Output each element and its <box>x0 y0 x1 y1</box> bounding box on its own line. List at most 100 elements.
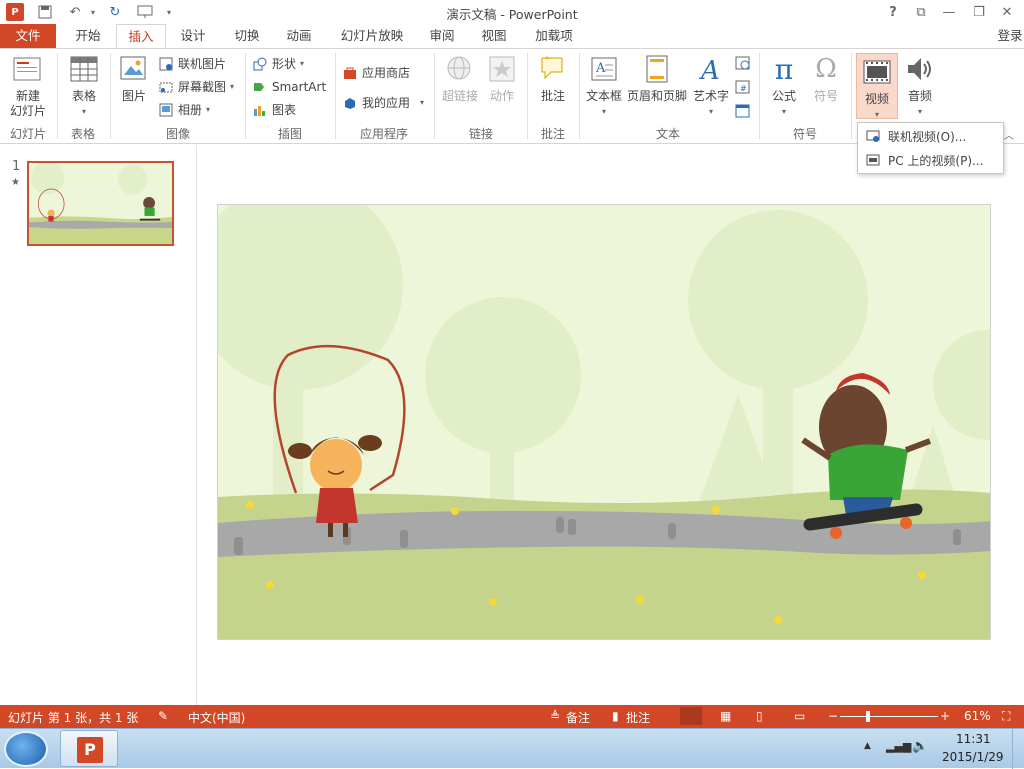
powerpoint-app-icon: P <box>77 737 103 763</box>
tab-addins[interactable]: 加载项 <box>528 24 580 48</box>
shapes-button[interactable]: 形状 ▾ <box>252 54 304 74</box>
fit-slide-icon[interactable]: ⛶ <box>1002 709 1010 724</box>
store-icon <box>342 65 358 81</box>
symbol-button[interactable]: Ω 符号 <box>806 53 846 104</box>
slide-canvas[interactable] <box>217 204 991 640</box>
zoom-slider-thumb[interactable] <box>865 711 870 722</box>
window-title: 演示文稿 - PowerPoint <box>446 7 578 22</box>
wordart-icon: A <box>695 53 727 85</box>
pc-video-label: PC 上的视频(P)... <box>888 153 984 168</box>
slide-illustration <box>218 205 990 639</box>
clock-date[interactable]: 2015/1/29 <box>942 750 1004 764</box>
show-desktop-button[interactable] <box>1012 729 1024 769</box>
ribbon-tabs: 文件 开始 插入 设计 切换 动画 幻灯片放映 审阅 视图 加载项 登录 <box>0 24 1024 49</box>
comments-icon[interactable]: ▮ <box>612 709 619 723</box>
close-icon[interactable]: ✕ <box>998 3 1016 21</box>
slide-thumbnail[interactable] <box>27 161 174 246</box>
slide-sorter-icon[interactable]: ▦ <box>720 709 731 723</box>
notes-button[interactable]: 备注 <box>566 709 590 726</box>
login-link[interactable]: 登录 <box>996 24 1024 48</box>
table-button[interactable]: 表格 ▾ <box>62 53 106 119</box>
object-icon[interactable] <box>735 103 751 119</box>
tab-home[interactable]: 开始 <box>64 24 112 48</box>
group-illustrations-label: 插图 <box>277 127 302 141</box>
slide-number-icon[interactable]: # <box>735 79 751 95</box>
normal-view-icon[interactable] <box>680 707 702 725</box>
group-comments-label: 批注 <box>540 127 565 141</box>
equation-button[interactable]: π 公式 ▾ <box>764 53 804 119</box>
hyperlink-button[interactable]: 超链接 <box>438 53 482 104</box>
zoom-slider[interactable] <box>840 716 938 717</box>
album-button[interactable]: 相册 ▾ <box>158 100 210 120</box>
table-dropdown-icon: ▾ <box>81 107 86 116</box>
zoom-level[interactable]: 61% <box>964 709 991 723</box>
video-button[interactable]: 视频 ▾ <box>856 53 898 119</box>
comment-button[interactable]: 批注 <box>532 53 574 104</box>
audio-button[interactable]: 音频 ▾ <box>900 53 940 119</box>
shapes-icon <box>252 56 268 72</box>
chart-icon <box>252 102 268 118</box>
online-picture-button[interactable]: 联机图片 <box>158 54 226 74</box>
online-video-menu-item[interactable]: 联机视频(O)... <box>858 124 1003 148</box>
screenshot-icon <box>158 79 174 95</box>
screenshot-label: 屏幕截图 <box>178 80 227 94</box>
pc-video-menu-item[interactable]: PC 上的视频(P)... <box>858 148 1003 172</box>
picture-button[interactable]: 图片 <box>114 53 154 104</box>
tab-view[interactable]: 视图 <box>472 24 516 48</box>
hyperlink-label: 超链接 <box>441 89 478 103</box>
zoom-in-icon[interactable]: + <box>940 709 950 723</box>
comment-icon <box>537 53 569 85</box>
my-apps-button[interactable]: 我的应用 ▾ <box>342 93 424 113</box>
help-icon[interactable]: ? <box>884 3 902 21</box>
action-button[interactable]: 动作 <box>482 53 522 104</box>
language-indicator[interactable]: 中文(中国) <box>188 709 245 726</box>
animation-star-icon: ★ <box>11 177 20 188</box>
smartart-button[interactable]: SmartArt <box>252 77 326 97</box>
shapes-dropdown-icon: ▾ <box>300 59 305 68</box>
network-icon[interactable]: ▂▄▆ <box>886 740 911 753</box>
reading-view-icon[interactable]: ▯ <box>756 709 763 723</box>
tab-animations[interactable]: 动画 <box>276 24 322 48</box>
omega-icon: Ω <box>815 53 837 84</box>
group-images-label: 图像 <box>165 127 190 141</box>
volume-icon[interactable]: 🔈 <box>912 739 928 754</box>
tab-design[interactable]: 设计 <box>170 24 216 48</box>
start-button[interactable] <box>4 731 48 767</box>
group-slides-label: 幻灯片 <box>9 127 46 141</box>
group-separator <box>434 53 435 139</box>
header-footer-button[interactable]: 页眉和页脚 <box>626 53 688 104</box>
taskbar: P ▲ ▂▄▆ 🔈 11:31 2015/1/29 <box>0 728 1024 769</box>
slideshow-icon[interactable]: ▭ <box>794 709 805 723</box>
clock-time[interactable]: 11:31 <box>956 732 991 746</box>
chart-button[interactable]: 图表 <box>252 100 296 120</box>
maximize-icon[interactable]: ❐ <box>970 3 988 21</box>
screenshot-dropdown-icon: ▾ <box>230 82 235 91</box>
spellcheck-icon[interactable]: ✎ <box>158 709 168 723</box>
new-slide-button[interactable]: 新建 幻灯片 <box>4 53 52 119</box>
tray-expand-icon[interactable]: ▲ <box>864 741 871 751</box>
tab-insert[interactable]: 插入 <box>116 24 166 49</box>
notes-icon[interactable]: ≜ <box>550 709 560 723</box>
comments-button[interactable]: 批注 <box>626 709 650 726</box>
table-icon <box>68 53 100 85</box>
slide-count: 幻灯片 第 1 张，共 1 张 <box>8 711 139 725</box>
textbox-button[interactable]: A 文本框 ▾ <box>582 53 626 119</box>
tab-file[interactable]: 文件 <box>0 24 56 48</box>
tab-transitions[interactable]: 切换 <box>224 24 270 48</box>
wordart-button[interactable]: A 艺术字 ▾ <box>690 53 732 119</box>
tab-slideshow[interactable]: 幻灯片放映 <box>330 24 414 48</box>
zoom-out-icon[interactable]: − <box>828 709 838 723</box>
date-time-icon[interactable] <box>735 55 751 71</box>
group-separator <box>110 53 111 139</box>
minimize-icon[interactable]: — <box>940 3 958 21</box>
store-button[interactable]: 应用商店 <box>342 63 410 83</box>
ribbon-display-icon[interactable]: ⧉ <box>912 3 930 21</box>
status-bar: 幻灯片 第 1 张，共 1 张 ✎ 中文(中国) ≜ 备注 ▮ 批注 ▦ ▯ ▭… <box>0 705 1024 728</box>
my-apps-label: 我的应用 <box>362 96 411 110</box>
textbox-icon: A <box>588 53 620 85</box>
screenshot-button[interactable]: 屏幕截图 ▾ <box>158 77 234 97</box>
taskbar-powerpoint[interactable]: P <box>60 730 118 767</box>
online-video-label: 联机视频(O)... <box>888 129 967 144</box>
tab-review[interactable]: 审阅 <box>420 24 464 48</box>
collapse-ribbon-icon[interactable]: ︿ <box>1004 127 1014 142</box>
